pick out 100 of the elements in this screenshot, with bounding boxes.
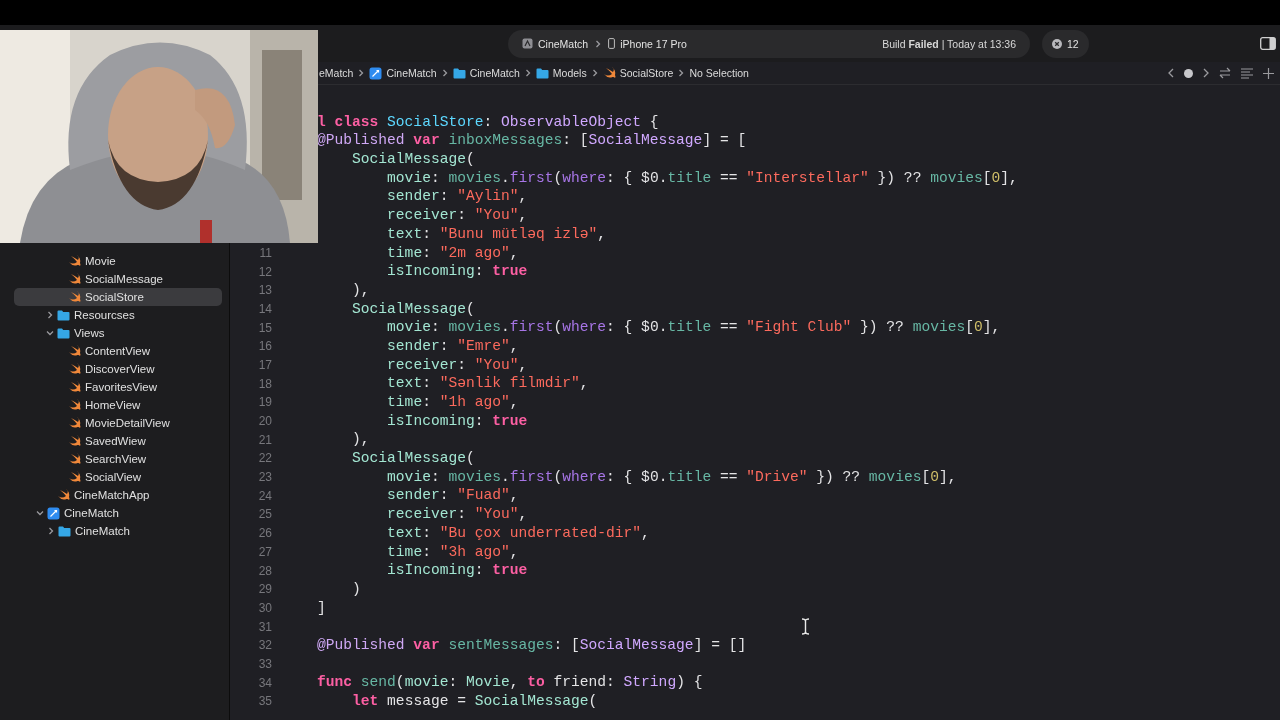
tree-item[interactable]: Resourcses	[14, 306, 222, 324]
code-line: receiver: "You",	[387, 505, 528, 524]
code-line: ),	[352, 430, 370, 450]
line-number: 12	[257, 264, 273, 279]
line-number: 20	[257, 414, 273, 429]
code-line: isIncoming: true	[387, 262, 528, 281]
code-line: sender: "Emre",	[387, 336, 519, 356]
breadcrumb-item[interactable]: eMatch	[319, 67, 354, 79]
tree-item[interactable]: FavoritesView	[14, 378, 222, 396]
app-icon	[369, 66, 383, 80]
code-line: time: "2m ago",	[387, 243, 519, 263]
line-number: 15	[257, 320, 273, 335]
line-number: 32	[257, 638, 273, 653]
line-number: 31	[257, 619, 273, 634]
code-line: isIncoming: true	[387, 411, 528, 431]
text-cursor-icon	[801, 618, 810, 635]
tree-item[interactable]: MovieDetailView	[14, 414, 222, 432]
breadcrumb-item[interactable]: Models	[535, 67, 587, 79]
breadcrumb-item[interactable]: SocialStore	[602, 67, 674, 79]
chevron-icon	[440, 69, 449, 77]
file-type-icon	[68, 273, 81, 285]
tree-item[interactable]: ContentView	[14, 342, 222, 360]
code-line: movie: movies.first(where: { $0.title == "Fight Club" }) ?? movies[0],	[387, 318, 1001, 337]
folder-icon	[57, 309, 70, 321]
add-icon[interactable]	[1263, 67, 1274, 79]
file-type-icon	[68, 363, 81, 375]
line-number: 11	[258, 245, 273, 260]
code-line: ]	[317, 598, 326, 618]
file-type-icon	[68, 255, 81, 267]
file-type-icon	[57, 489, 70, 501]
line-number: 13	[257, 283, 273, 298]
line-number: 23	[257, 470, 273, 485]
forward-icon[interactable]	[1203, 68, 1209, 78]
breadcrumb-item[interactable]: No Selection	[689, 67, 749, 79]
scheme-selector[interactable]: CineMatch	[522, 37, 589, 50]
line-number: 17	[257, 357, 273, 372]
chevron-icon	[590, 69, 599, 77]
breadcrumb-item[interactable]: CineMatch	[452, 67, 520, 79]
folder-icon	[452, 67, 466, 79]
issues-button[interactable]: 12	[1042, 29, 1089, 58]
code-line: receiver: "You",	[387, 355, 528, 375]
file-type-icon	[68, 345, 81, 357]
tree-item[interactable]: Views	[14, 324, 222, 342]
app-icon	[47, 506, 60, 520]
line-number: 25	[257, 507, 273, 522]
tree-item[interactable]: DiscoverView	[14, 360, 222, 378]
code-line: time: "1h ago",	[387, 393, 519, 412]
tree-item[interactable]: CineMatchApp	[14, 486, 222, 504]
tree-item[interactable]: SavedWiew	[14, 432, 222, 450]
folder-icon	[57, 327, 70, 339]
tree-item[interactable]: CineMatch	[14, 504, 222, 522]
tree-item[interactable]: Movie	[14, 252, 222, 270]
file-type-icon	[68, 381, 81, 393]
code-line: sender: "Aylin",	[387, 187, 528, 207]
tree-item[interactable]: SocialMessage	[14, 270, 222, 288]
line-number: 21	[257, 432, 273, 447]
tree-item[interactable]: HomeView	[14, 396, 222, 414]
file-type-icon	[68, 471, 81, 483]
code-line: text: "Sənlik filmdir",	[387, 374, 589, 393]
tree-item[interactable]: SocialView	[14, 468, 222, 486]
build-status: Build Failed | Today at 13:36	[882, 37, 1016, 50]
line-number: 16	[257, 339, 273, 354]
chevron-icon	[677, 69, 686, 77]
code-line: text: "Bu çox underrated-dir",	[387, 523, 650, 543]
tree-item[interactable]: SocialStore	[14, 288, 222, 306]
issue-dot-icon	[1184, 68, 1193, 78]
code-line: func send(movie: Movie, to friend: String) {	[317, 673, 703, 692]
chevron-icon	[594, 39, 603, 48]
line-number: 24	[257, 488, 273, 503]
line-number: 35	[257, 694, 273, 709]
code-line: SocialMessage(	[352, 150, 475, 169]
code-line: isIncoming: true	[387, 561, 528, 580]
file-type-icon	[68, 291, 81, 303]
tree-item[interactable]: SearchView	[14, 450, 222, 468]
inspector-toggle-icon[interactable]	[1260, 37, 1276, 50]
folder-icon	[535, 67, 549, 79]
code-line: movie: movies.first(where: { $0.title == "Interstellar" }) ?? movies[0],	[387, 168, 1018, 188]
line-number: 30	[257, 600, 273, 615]
app-icon	[522, 38, 533, 49]
phone-icon	[608, 38, 616, 49]
destination-selector[interactable]: iPhone 17 Pro	[608, 37, 687, 50]
error-icon	[1052, 38, 1062, 49]
back-icon[interactable]	[1168, 68, 1174, 78]
line-number: 19	[257, 395, 273, 410]
line-number: 18	[257, 376, 273, 391]
file-type-icon	[68, 399, 81, 411]
code-line: movie: movies.first(where: { $0.title == "Drive" }) ?? movies[0],	[387, 467, 957, 487]
lines-icon[interactable]	[1241, 67, 1253, 79]
chevron-icon	[523, 69, 532, 77]
line-number: 33	[257, 656, 273, 671]
file-type-icon	[68, 417, 81, 429]
tree-item[interactable]: CineMatch	[14, 522, 222, 540]
line-number: 34	[257, 675, 273, 690]
chevron-icon	[357, 69, 366, 77]
code-line: @Published var inboxMessages: [SocialMessage] = [	[317, 131, 747, 151]
line-number: 22	[257, 451, 273, 466]
line-number: 26	[257, 526, 273, 541]
swap-icon[interactable]	[1219, 67, 1231, 79]
line-number: 14	[257, 301, 273, 316]
breadcrumb-item[interactable]: CineMatch	[369, 66, 437, 80]
